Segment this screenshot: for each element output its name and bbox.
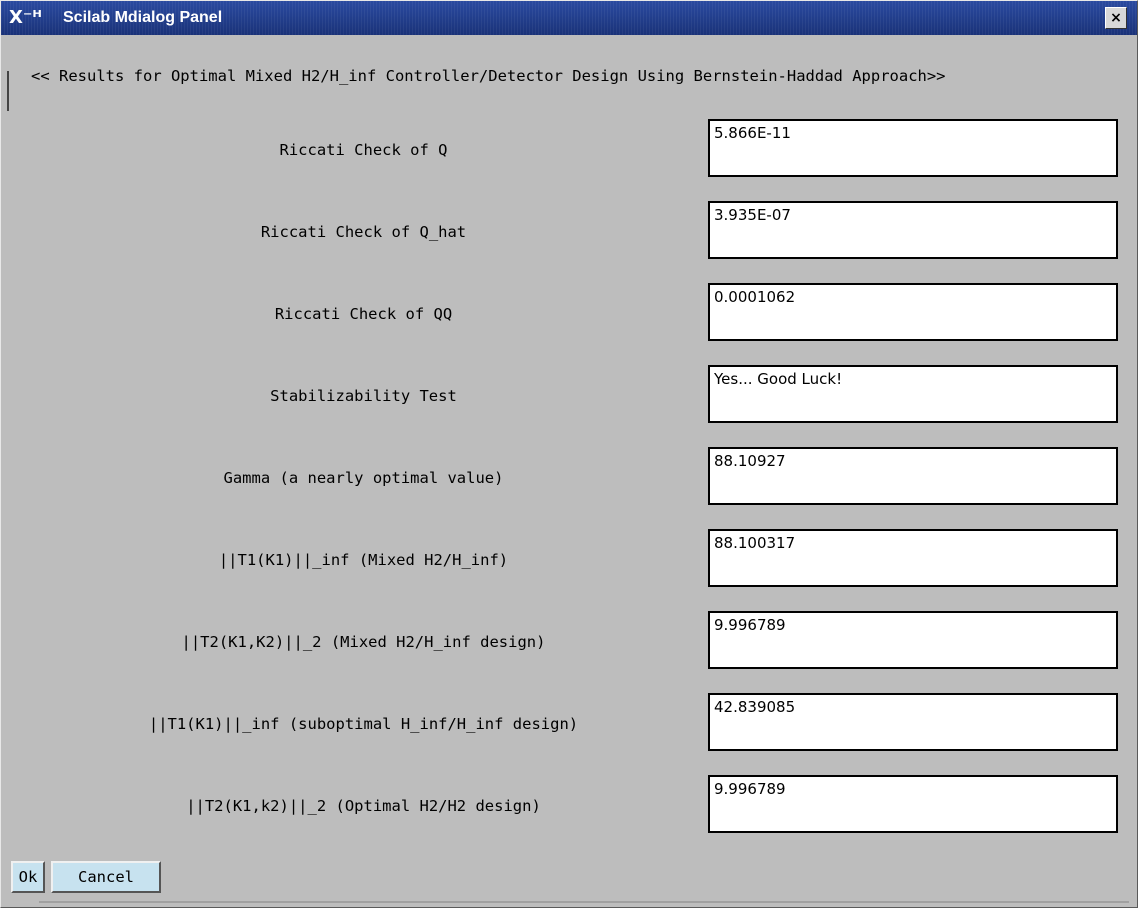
ok-button[interactable]: Ok (11, 861, 45, 893)
row-value-field[interactable]: 5.866E-11 (708, 119, 1118, 177)
row-label: Stabilizability Test (270, 387, 457, 405)
title-bar[interactable]: X⁻ᴴ Scilab Mdialog Panel × (1, 1, 1137, 35)
row-value-field[interactable]: 88.10927 (708, 447, 1118, 505)
dialog-header: << Results for Optimal Mixed H2/H_inf Co… (31, 67, 946, 85)
row-value-field[interactable]: Yes... Good Luck! (708, 365, 1118, 423)
row-value-field[interactable]: 9.996789 (708, 611, 1118, 669)
row-value-field[interactable]: 9.996789 (708, 775, 1118, 833)
bottom-divider (39, 901, 1129, 903)
row-value-field[interactable]: 42.839085 (708, 693, 1118, 751)
x-window-icon: X⁻ᴴ (9, 7, 42, 28)
row-value-field[interactable]: 0.0001062 (708, 283, 1118, 341)
row-label: ||T1(K1)||_inf (suboptimal H_inf/H_inf d… (148, 715, 579, 733)
result-row: Riccati Check of Q_hat 3.935E-07 (1, 201, 1138, 263)
row-label: ||T2(K1,K2)||_2 (Mixed H2/H_inf design) (181, 633, 546, 651)
result-row: ||T1(K1)||_inf (suboptimal H_inf/H_inf d… (1, 693, 1138, 755)
row-label: ||T1(K1)||_inf (Mixed H2/H_inf) (218, 551, 509, 569)
row-label: Riccati Check of Q_hat (260, 223, 467, 241)
row-label: ||T2(K1,k2)||_2 (Optimal H2/H2 design) (186, 797, 541, 815)
row-value-field[interactable]: 88.100317 (708, 529, 1118, 587)
result-row: Riccati Check of Q 5.866E-11 (1, 119, 1138, 181)
row-value-field[interactable]: 3.935E-07 (708, 201, 1118, 259)
result-row: ||T1(K1)||_inf (Mixed H2/H_inf) 88.10031… (1, 529, 1138, 591)
result-row: ||T2(K1,k2)||_2 (Optimal H2/H2 design) 9… (1, 775, 1138, 837)
row-label: Gamma (a nearly optimal value) (223, 469, 504, 487)
result-row: ||T2(K1,K2)||_2 (Mixed H2/H_inf design) … (1, 611, 1138, 673)
close-button[interactable]: × (1105, 7, 1127, 29)
result-row: Riccati Check of QQ 0.0001062 (1, 283, 1138, 345)
mdialog-window: X⁻ᴴ Scilab Mdialog Panel × << Results fo… (0, 0, 1138, 908)
cancel-button[interactable]: Cancel (51, 861, 161, 893)
result-row: Stabilizability Test Yes... Good Luck! (1, 365, 1138, 427)
result-row: Gamma (a nearly optimal value) 88.10927 (1, 447, 1138, 509)
row-label: Riccati Check of Q (279, 141, 448, 159)
row-label: Riccati Check of QQ (274, 305, 453, 323)
window-title: Scilab Mdialog Panel (63, 9, 223, 26)
